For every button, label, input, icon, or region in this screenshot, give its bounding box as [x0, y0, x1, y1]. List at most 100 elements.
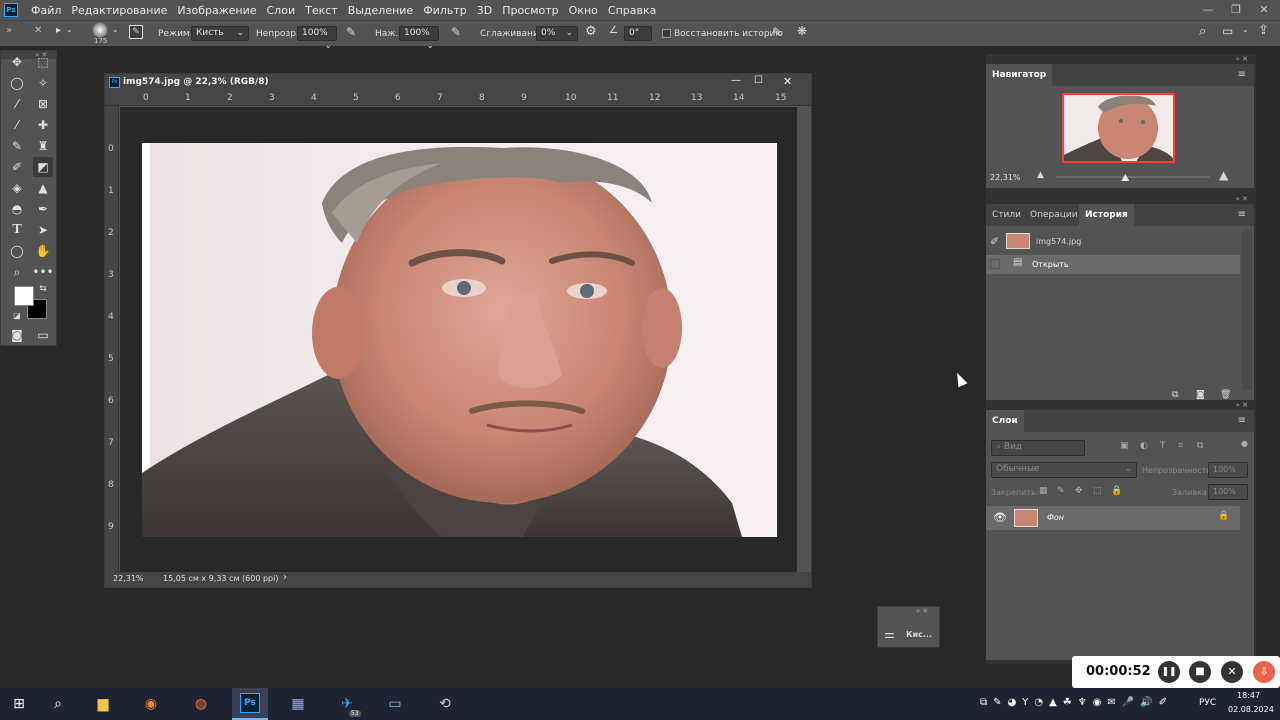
path-select-tool-icon[interactable]: ➤	[33, 220, 53, 240]
pressure-field[interactable]: 100% ⌄	[399, 26, 439, 51]
lock-transparent-icon[interactable]: ▦	[1039, 486, 1048, 496]
pen-pressure-opacity-icon[interactable]: ✎	[346, 25, 356, 39]
workspace-icon[interactable]: ▭	[1222, 24, 1233, 38]
clock-date[interactable]: 02.08.2024	[1228, 705, 1274, 714]
filter-type-icon[interactable]: T	[1160, 441, 1166, 451]
search-icon[interactable]: ⌕	[45, 692, 71, 716]
cancel-recording-button[interactable]: ✕	[1221, 661, 1243, 683]
eraser-preset-icon[interactable]: ▸	[56, 25, 61, 36]
tab-layers[interactable]: Слои	[986, 410, 1024, 432]
layer-opacity-field[interactable]: 100%	[1208, 462, 1248, 478]
chevron-down-icon[interactable]: ⌄	[1242, 25, 1249, 34]
gear-icon[interactable]: ⚙	[585, 24, 597, 39]
clock-time[interactable]: 18:47	[1237, 691, 1260, 700]
eraser-tool-icon[interactable]: ◩	[33, 157, 53, 177]
filter-smart-object-icon[interactable]: ⧉	[1197, 441, 1203, 451]
doc-close-icon[interactable]: ✕	[783, 75, 792, 88]
magic-wand-tool-icon[interactable]: ✧	[33, 73, 53, 93]
filter-toggle-icon[interactable]: ●	[1241, 439, 1248, 448]
float-panel-label[interactable]: Кис...	[906, 630, 932, 639]
history-scrollbar[interactable]	[1242, 230, 1252, 390]
options-collapse-icon[interactable]: »	[6, 25, 12, 36]
app-eye-icon[interactable]: ◉	[138, 692, 164, 716]
menu-image[interactable]: Изображение	[172, 4, 261, 17]
panel-menu-icon[interactable]: ≡	[1238, 69, 1246, 80]
filter-adjustment-icon[interactable]: ◐	[1140, 441, 1148, 451]
restore-icon[interactable]: ❐	[1222, 0, 1250, 20]
fill-field[interactable]: 100%	[1208, 484, 1248, 500]
firefox-icon[interactable]: ◍	[188, 692, 214, 716]
document-titlebar[interactable]: Ps img574.jpg @ 22,3% (RGB/8) — ☐ ✕	[105, 74, 811, 92]
mode-select[interactable]: Кисть ⌄	[191, 26, 249, 41]
pause-button[interactable]: ❚❚	[1158, 661, 1180, 683]
portrait-photo[interactable]	[142, 143, 777, 537]
pen-tool-icon[interactable]: ✒	[33, 199, 53, 219]
calculator-icon[interactable]: ▦	[285, 692, 311, 716]
panel-menu-icon[interactable]: ≡	[1238, 415, 1246, 426]
lock-artboard-icon[interactable]: ⬚	[1093, 486, 1102, 496]
restore-history-checkbox[interactable]	[662, 29, 671, 38]
menu-select[interactable]: Выделение	[343, 4, 419, 17]
screen-mode-icon[interactable]: ▭	[33, 325, 53, 345]
panel-collapse-icon[interactable]: » ✕	[986, 195, 1254, 204]
more-tools-icon[interactable]: •••	[32, 262, 53, 282]
gradient-tool-icon[interactable]: ◈	[7, 178, 27, 198]
chevron-down-icon[interactable]: ⌄	[112, 25, 119, 34]
tab-history[interactable]: История	[1079, 204, 1134, 226]
system-tray-icons[interactable]: ⧉✎◕Y◔▲☘♆◉✉🎤🔊✐	[980, 697, 1173, 708]
pen-pressure-size-icon[interactable]: ✎	[772, 25, 782, 39]
stop-button[interactable]: ■	[1189, 661, 1211, 683]
float-panel-collapse-icon[interactable]: » ✕	[916, 607, 928, 615]
monitor-app-icon[interactable]: ▭	[382, 692, 408, 716]
angle-field[interactable]: 0°	[624, 26, 652, 41]
default-colors-icon[interactable]: ◪	[11, 309, 23, 321]
menu-edit[interactable]: Редактирование	[66, 4, 172, 17]
layer-search-input[interactable]: ⌕ Вид	[991, 440, 1085, 456]
minimize-icon[interactable]: —	[1194, 0, 1222, 20]
blend-mode-select[interactable]: Обычные ⌄	[991, 462, 1137, 478]
lasso-tool-icon[interactable]: ◯	[7, 73, 27, 93]
eyedropper-tool-icon[interactable]: ⁄	[7, 115, 27, 135]
brush-preview-icon[interactable]	[92, 22, 108, 38]
close-icon[interactable]: ✕	[1250, 0, 1278, 20]
media-app-icon[interactable]: ⟲	[432, 692, 458, 716]
navigator-zoom-readout[interactable]: 22,31%	[990, 173, 1021, 182]
history-brush-tool-icon[interactable]: ✐	[7, 157, 27, 177]
layer-name[interactable]: Фон	[1047, 513, 1064, 522]
menu-file[interactable]: Файл	[26, 4, 66, 17]
brush-tool-icon[interactable]: ✎	[7, 136, 27, 156]
canvas-area[interactable]	[120, 107, 797, 572]
lock-position-icon[interactable]: ✥	[1075, 486, 1083, 496]
type-tool-icon[interactable]: T	[7, 220, 27, 240]
quick-select-tool-icon[interactable]: ⁄	[7, 94, 27, 114]
menu-3d[interactable]: 3D	[472, 4, 497, 17]
history-brush-source-icon[interactable]: ✐	[990, 235, 999, 248]
menu-type[interactable]: Текст	[300, 4, 343, 17]
smoothing-field[interactable]: 0% ⌄	[536, 26, 578, 41]
healing-tool-icon[interactable]: ✚	[33, 115, 53, 135]
ellipse-tool-icon[interactable]: ◯	[7, 241, 27, 261]
panel-collapse-icon[interactable]: » ✕	[986, 55, 1254, 64]
ruler-horizontal[interactable]: 0 1 2 3 4 5 6 7 8 9 10 11 12 13 14 15	[105, 92, 811, 106]
language-indicator[interactable]: РУС	[1199, 698, 1216, 708]
share-icon[interactable]: ⇪	[1258, 23, 1269, 38]
zoom-out-icon[interactable]: ▲	[1037, 170, 1044, 180]
photoshop-logo-icon[interactable]: Ps	[4, 3, 18, 17]
marquee-tool-icon[interactable]: ⬚	[33, 52, 53, 72]
hand-tool-icon[interactable]: ✋	[33, 241, 53, 261]
brush-settings-icon[interactable]: ✎	[129, 25, 143, 39]
move-tool-icon[interactable]: ✥	[7, 52, 27, 72]
doc-minimize-icon[interactable]: —	[731, 75, 741, 86]
search-icon[interactable]: ⌕	[1199, 24, 1206, 39]
new-document-from-state-icon[interactable]: ⧉	[1172, 390, 1178, 400]
menu-layers[interactable]: Слои	[262, 4, 301, 17]
recorder-menu-button[interactable]: ⇩	[1253, 661, 1275, 683]
panel-menu-icon[interactable]: ≡	[1238, 209, 1246, 220]
symmetry-icon[interactable]: ❋	[797, 24, 807, 38]
blur-tool-icon[interactable]: ▲	[33, 178, 53, 198]
foreground-color-swatch[interactable]	[14, 286, 34, 306]
filter-pixel-icon[interactable]: ▣	[1120, 441, 1129, 451]
brush-settings-icon[interactable]: ⚌	[884, 627, 895, 641]
history-snapshot[interactable]: ✐ img574.jpg	[986, 230, 1241, 254]
history-item[interactable]: ▤ Открыть	[986, 255, 1240, 274]
